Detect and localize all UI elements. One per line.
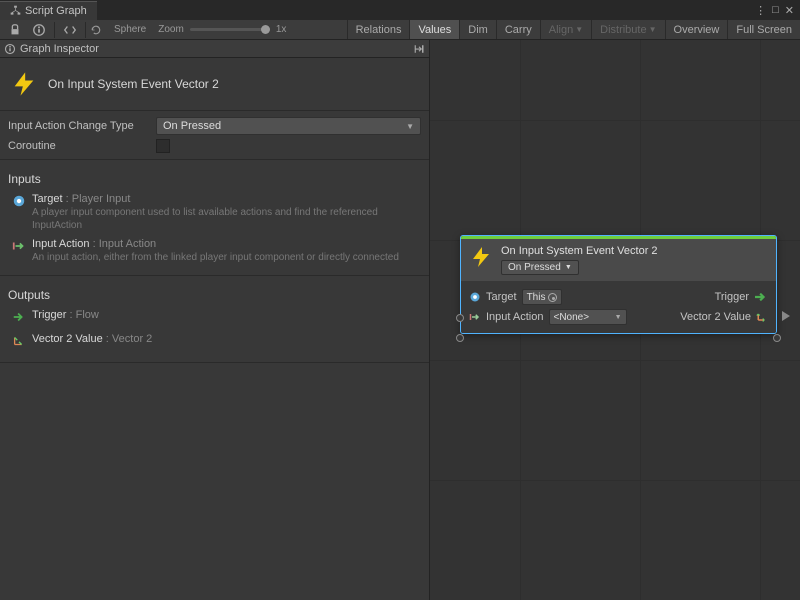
toolbar: Sphere Zoom 1x Relations Values Dim Carr… — [0, 20, 800, 40]
code-button[interactable] — [59, 21, 81, 39]
graph-inspector: Graph Inspector On Input System Event Ve… — [0, 40, 430, 600]
close-icon[interactable]: ✕ — [785, 4, 794, 17]
info-icon — [4, 43, 16, 55]
tab-label: Script Graph — [25, 5, 87, 17]
vec2-port-icon — [756, 311, 768, 323]
menu-icon[interactable]: ⋮ — [755, 4, 766, 17]
outputs-section: Outputs Trigger : Flow Vector 2 Value : … — [0, 276, 429, 362]
graph-icon — [10, 5, 21, 16]
lock-button[interactable] — [4, 21, 26, 39]
prop-coroutine: Coroutine — [0, 137, 429, 155]
info-button[interactable] — [28, 21, 50, 39]
node-target-field[interactable]: This — [522, 289, 563, 305]
lightning-icon — [10, 70, 38, 98]
inspector-header[interactable]: Graph Inspector — [0, 40, 429, 58]
node-title-row: On Input System Event Vector 2 — [0, 58, 429, 110]
output-trigger: Trigger : Flow — [0, 306, 429, 330]
tab-align[interactable]: Align▼ — [540, 20, 591, 39]
graph-node[interactable]: On Input System Event Vector 2 On Presse… — [460, 235, 777, 334]
tab-bar: Script Graph ⋮ □ ✕ — [0, 0, 800, 20]
tab-relations[interactable]: Relations — [347, 20, 410, 39]
prop-change-type: Input Action Change Type On Pressed▼ — [0, 115, 429, 137]
tab-script-graph[interactable]: Script Graph — [0, 1, 97, 20]
lightning-icon — [469, 245, 493, 269]
port-trigger-out[interactable] — [782, 311, 790, 321]
graph-canvas[interactable]: On Input System Event Vector 2 On Presse… — [430, 40, 800, 600]
tab-dim[interactable]: Dim — [459, 20, 496, 39]
tab-fullscreen[interactable]: Full Screen — [727, 20, 800, 39]
tab-carry[interactable]: Carry — [496, 20, 540, 39]
zoom-label: Zoom — [158, 24, 184, 35]
target-port-icon — [469, 291, 481, 303]
refresh-icon[interactable] — [90, 24, 102, 36]
node-action-label: Input Action — [486, 311, 544, 323]
node-target-label: Target — [486, 291, 517, 303]
tab-overview[interactable]: Overview — [665, 20, 728, 39]
change-type-dropdown[interactable]: On Pressed▼ — [156, 117, 421, 135]
port-action-in[interactable] — [456, 334, 464, 342]
maximize-icon[interactable]: □ — [772, 4, 779, 17]
port-vec2-out[interactable] — [773, 334, 781, 342]
coroutine-checkbox[interactable] — [156, 139, 170, 153]
zoom-value: 1x — [276, 24, 287, 35]
collapse-icon[interactable] — [413, 43, 425, 55]
input-action: Input Action : Input Action An input act… — [0, 235, 429, 267]
node-mode-dropdown[interactable]: On Pressed▼ — [501, 260, 579, 275]
window-controls: ⋮ □ ✕ — [755, 4, 800, 17]
port-target-in[interactable] — [456, 314, 464, 322]
action-port-icon — [469, 311, 481, 323]
node-action-field[interactable]: <None>▼ — [549, 309, 627, 325]
sphere-label: Sphere — [108, 24, 152, 35]
tab-values[interactable]: Values — [409, 20, 459, 39]
flow-arrow-icon — [754, 291, 768, 303]
node-trigger-label: Trigger — [715, 291, 749, 303]
zoom-slider[interactable] — [190, 28, 270, 31]
tab-distribute[interactable]: Distribute▼ — [591, 20, 664, 39]
output-vec2: Vector 2 Value : Vector 2 — [0, 330, 429, 354]
node-vec2-label: Vector 2 Value — [680, 311, 751, 323]
input-target: Target : Player Input A player input com… — [0, 190, 429, 235]
inputs-section: Inputs Target : Player Input A player in… — [0, 160, 429, 275]
